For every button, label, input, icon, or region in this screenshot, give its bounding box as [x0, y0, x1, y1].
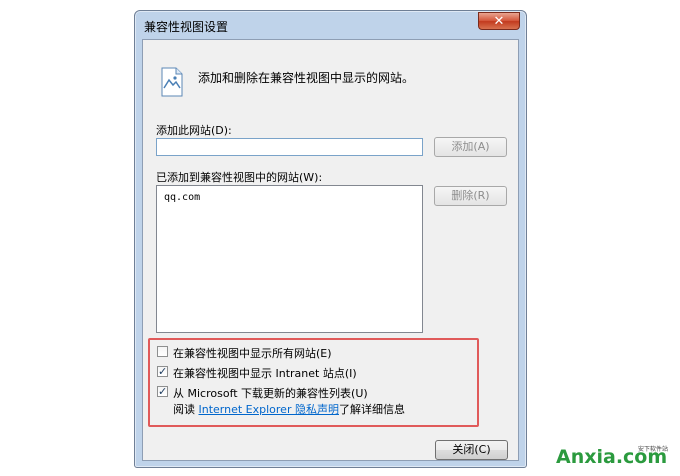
list-item[interactable]: qq.com [164, 192, 200, 203]
add-site-label: 添加此网站(D): [156, 124, 232, 137]
add-button[interactable]: 添加(A) [434, 137, 507, 157]
close-button[interactable]: 关闭(C) [435, 440, 508, 460]
added-sites-list[interactable]: qq.com [156, 185, 423, 333]
watermark-subtitle: 安下软件站 [638, 446, 669, 453]
read-suffix: 了解详细信息 [338, 403, 405, 416]
close-icon: ✕ [493, 14, 505, 29]
read-prefix: 阅读 [173, 403, 195, 416]
checkbox-show-intranet[interactable]: ✓ [157, 366, 168, 377]
header-description: 添加和删除在兼容性视图中显示的网站。 [198, 71, 415, 85]
dialog-body: 添加和删除在兼容性视图中显示的网站。 添加此网站(D): 添加(A) 已添加到兼… [142, 39, 519, 461]
remove-button[interactable]: 删除(R) [434, 186, 507, 206]
privacy-row: 阅读 Internet Explorer 隐私声明了解详细信息 [173, 401, 405, 417]
option-label: 在兼容性视图中显示所有网站(E) [173, 347, 332, 360]
option-label: 从 Microsoft 下载更新的兼容性列表(U) [173, 387, 368, 400]
checkbox-download-list[interactable]: ✓ [157, 386, 168, 397]
dialog-title: 兼容性视图设置 [144, 20, 229, 34]
title-bar[interactable]: 兼容性视图设置 ✕ [135, 11, 526, 39]
checkbox-show-all-sites[interactable] [157, 346, 168, 357]
option-label: 在兼容性视图中显示 Intranet 站点(I) [173, 367, 357, 380]
add-site-input[interactable] [156, 138, 423, 156]
window-close-button[interactable]: ✕ [478, 12, 520, 30]
compatibility-view-dialog: 兼容性视图设置 ✕ 添加和删除在兼容性视图中显示的网站。 添加此网站(D): 添… [134, 10, 527, 468]
privacy-statement-link[interactable]: Internet Explorer 隐私声明 [199, 403, 339, 416]
compat-view-icon [161, 67, 183, 97]
added-sites-label: 已添加到兼容性视图中的网站(W): [156, 171, 323, 184]
